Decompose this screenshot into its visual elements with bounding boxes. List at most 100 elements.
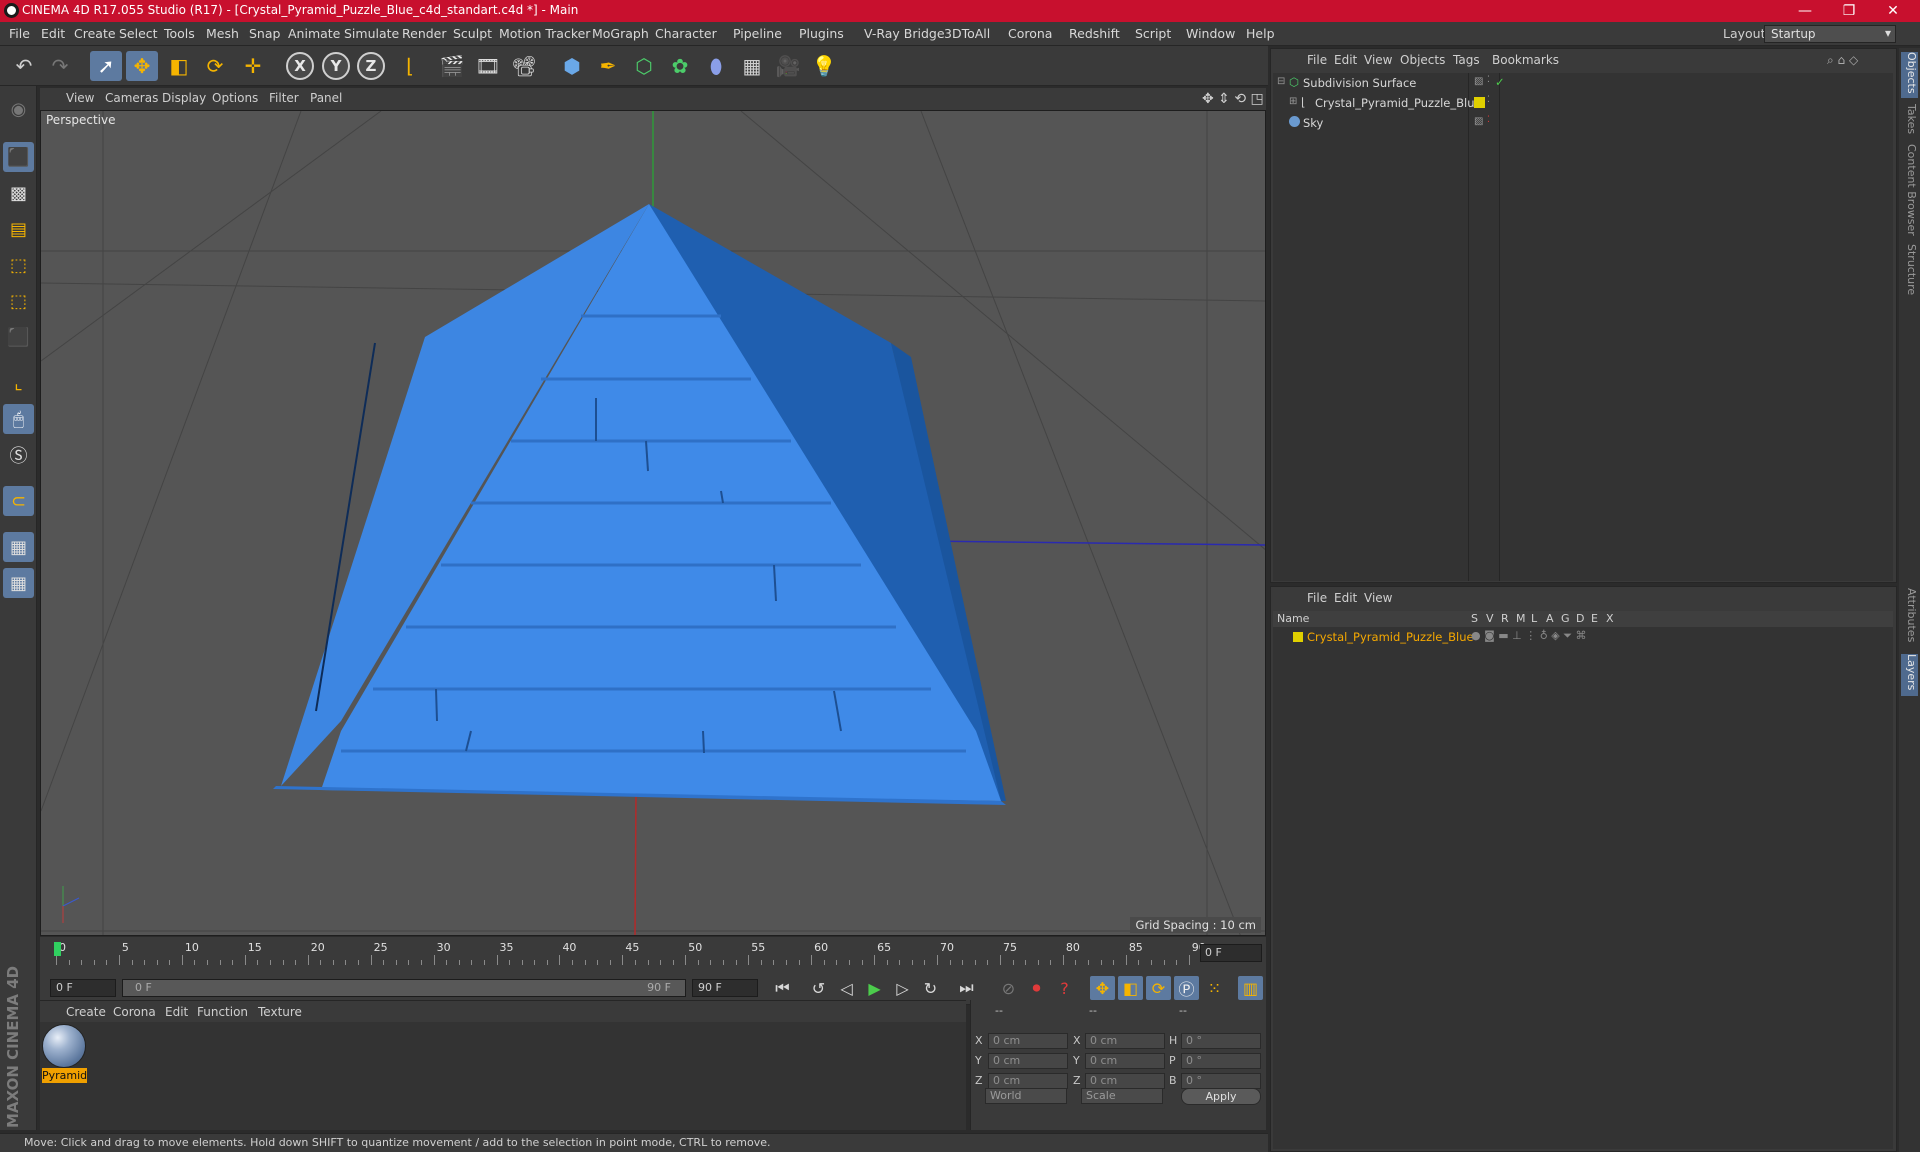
playhead[interactable]: [54, 942, 61, 956]
viewport-menu-filter[interactable]: Filter: [269, 91, 299, 105]
layer-list[interactable]: Crystal_Pyramid_Puzzle_Blue ● ◙ ▬ ⊥ ⋮ ♁ …: [1273, 627, 1893, 1149]
menu-plugins[interactable]: Plugins: [799, 26, 844, 41]
object-list[interactable]: ⊟ ⬡ Subdivision Surface ▨ ⁚ ✓ ⊞ ⌊ Crysta…: [1273, 73, 1893, 581]
viewport-menu-panel[interactable]: Panel: [310, 91, 342, 105]
record-keys-icon[interactable]: ⊘: [996, 976, 1021, 1000]
expand-icon[interactable]: ⊞: [1289, 96, 1297, 107]
menu-sculpt[interactable]: Sculpt: [453, 26, 492, 41]
size-mode-select[interactable]: Scale: [1081, 1088, 1163, 1104]
menu-edit[interactable]: Edit: [41, 26, 65, 41]
object-row-sky[interactable]: Sky ▨ ⁚: [1273, 113, 1893, 133]
key-position-icon[interactable]: ✥: [1090, 976, 1115, 1000]
current-frame-field[interactable]: 0 F: [1200, 944, 1262, 962]
texture-mode-icon[interactable]: ▩: [3, 178, 34, 208]
apply-button[interactable]: Apply: [1181, 1088, 1261, 1105]
coordinate-system-icon[interactable]: ⌊: [394, 51, 426, 81]
position-x-field[interactable]: 0 cm: [988, 1033, 1068, 1049]
menu-script[interactable]: Script: [1135, 26, 1171, 41]
redo-icon[interactable]: ↷: [44, 51, 76, 81]
object-menu-view[interactable]: View: [1364, 53, 1392, 67]
menu-simulate[interactable]: Simulate: [344, 26, 399, 41]
menu-redshift[interactable]: Redshift: [1069, 26, 1120, 41]
axis-y-lock-button[interactable]: Y: [322, 52, 350, 80]
viewport-menu-display[interactable]: Display: [162, 91, 206, 105]
points-mode-icon[interactable]: ⬚: [3, 250, 34, 280]
close-button[interactable]: ✕: [1878, 1, 1908, 21]
timeline-window-icon[interactable]: ▥: [1238, 976, 1263, 1000]
snap-icon[interactable]: Ⓢ: [3, 440, 34, 470]
rotation-h-field[interactable]: 0 °: [1181, 1033, 1261, 1049]
coordinate-space-select[interactable]: World: [985, 1088, 1067, 1104]
key-scale-icon[interactable]: ◧: [1118, 976, 1143, 1000]
edges-mode-icon[interactable]: ⬚: [3, 286, 34, 316]
menu-motion-tracker[interactable]: Motion Tracker: [499, 26, 590, 41]
make-editable-icon[interactable]: ◉: [3, 94, 34, 124]
object-search-icon[interactable]: ⌕ ⌂ ◇: [1827, 53, 1858, 68]
rotation-p-field[interactable]: 0 °: [1181, 1053, 1261, 1069]
live-selection-icon[interactable]: ✛: [237, 51, 269, 81]
tab-layers[interactable]: Layers: [1901, 654, 1918, 696]
cube-primitive-icon[interactable]: ⬢: [556, 51, 588, 81]
menu-window[interactable]: Window: [1186, 26, 1235, 41]
render-picture-viewer-icon[interactable]: 🎞: [472, 51, 504, 81]
rotation-b-field[interactable]: 0 °: [1181, 1073, 1261, 1089]
position-z-field[interactable]: 0 cm: [988, 1073, 1068, 1089]
layer-row[interactable]: Crystal_Pyramid_Puzzle_Blue ● ◙ ▬ ⊥ ⋮ ♁ …: [1273, 627, 1893, 647]
size-x-field[interactable]: 0 cm: [1085, 1033, 1165, 1049]
pen-spline-icon[interactable]: ✒: [592, 51, 624, 81]
next-key-icon[interactable]: ↻: [918, 976, 943, 1000]
collapse-icon[interactable]: ⊟: [1277, 76, 1285, 87]
frame-range-slider[interactable]: 0 F 90 F: [122, 979, 686, 997]
autokey-icon[interactable]: ⏺: [1024, 976, 1049, 1000]
mograph-cloner-icon[interactable]: ✿: [664, 51, 696, 81]
object-name[interactable]: Sky: [1303, 116, 1323, 130]
keyframe-selection-icon[interactable]: ?: [1052, 976, 1077, 1000]
material-swatch[interactable]: [42, 1024, 86, 1068]
material-menu-texture[interactable]: Texture: [258, 1005, 302, 1019]
menu-create[interactable]: Create: [74, 26, 116, 41]
tab-objects[interactable]: Objects: [1901, 52, 1918, 98]
menu-character[interactable]: Character: [655, 26, 717, 41]
timeline[interactable]: 0 5 10 15 20 25 30 35 40 45 50 55 60 65 70 75 80 85 90 0 F: [40, 937, 1266, 971]
axis-z-lock-button[interactable]: Z: [357, 52, 385, 80]
layout-select[interactable]: Startup: [1764, 25, 1896, 43]
lock-workplane-icon[interactable]: ▦: [3, 532, 34, 562]
key-parameter-icon[interactable]: Ⓟ: [1174, 976, 1199, 1000]
go-to-end-icon[interactable]: ⏭: [954, 976, 979, 1000]
object-menu-bookmarks[interactable]: Bookmarks: [1492, 53, 1559, 67]
model-mode-icon[interactable]: ⬛: [3, 142, 34, 172]
menu-tools[interactable]: Tools: [164, 26, 195, 41]
material-menu-edit[interactable]: Edit: [165, 1005, 188, 1019]
material-menu-corona[interactable]: Corona: [113, 1005, 156, 1019]
menu-render[interactable]: Render: [402, 26, 447, 41]
key-rotation-icon[interactable]: ⟳: [1146, 976, 1171, 1000]
light-icon[interactable]: 💡: [808, 51, 840, 81]
object-name[interactable]: Subdivision Surface: [1303, 76, 1416, 90]
enabled-check-icon[interactable]: ✓: [1495, 75, 1505, 89]
rotate-tool-icon[interactable]: ⟳: [199, 51, 231, 81]
menu-pipeline[interactable]: Pipeline: [733, 26, 782, 41]
object-name[interactable]: Crystal_Pyramid_Puzzle_Blue: [1315, 96, 1482, 110]
position-y-field[interactable]: 0 cm: [988, 1053, 1068, 1069]
viewport-menu-cameras[interactable]: Cameras: [105, 91, 158, 105]
play-icon[interactable]: ▶: [862, 976, 887, 1000]
viewport-camera-label[interactable]: Perspective: [46, 113, 116, 127]
select-cursor-icon[interactable]: ➚: [90, 51, 122, 81]
menu-corona[interactable]: Corona: [1008, 26, 1052, 41]
menu-3dtoall[interactable]: 3DToAll: [944, 26, 990, 41]
workplane-grid-icon[interactable]: ▦: [3, 568, 34, 598]
tab-content-browser[interactable]: Content Browser: [1901, 144, 1918, 240]
minimize-button[interactable]: —: [1790, 1, 1820, 21]
camera-icon[interactable]: 🎥: [772, 51, 804, 81]
viewport-menu-view[interactable]: View: [66, 91, 94, 105]
material-menu-function[interactable]: Function: [197, 1005, 248, 1019]
viewport-menu-options[interactable]: Options: [212, 91, 258, 105]
layer-menu-edit[interactable]: Edit: [1334, 591, 1357, 605]
layer-menu-view[interactable]: View: [1364, 591, 1392, 605]
magnet-icon[interactable]: ⊂: [3, 486, 34, 516]
go-to-start-icon[interactable]: ⏮: [770, 976, 795, 1000]
viewport-navigation-icon[interactable]: ✥ ⇕ ⟲ ◳: [1202, 91, 1264, 107]
menu-vray-bridge[interactable]: V-Ray Bridge: [864, 26, 945, 41]
size-z-field[interactable]: 0 cm: [1085, 1073, 1165, 1089]
timeline-ruler[interactable]: 0 5 10 15 20 25 30 35 40 45 50 55 60 65 70 75 80 85 90: [50, 941, 1206, 967]
